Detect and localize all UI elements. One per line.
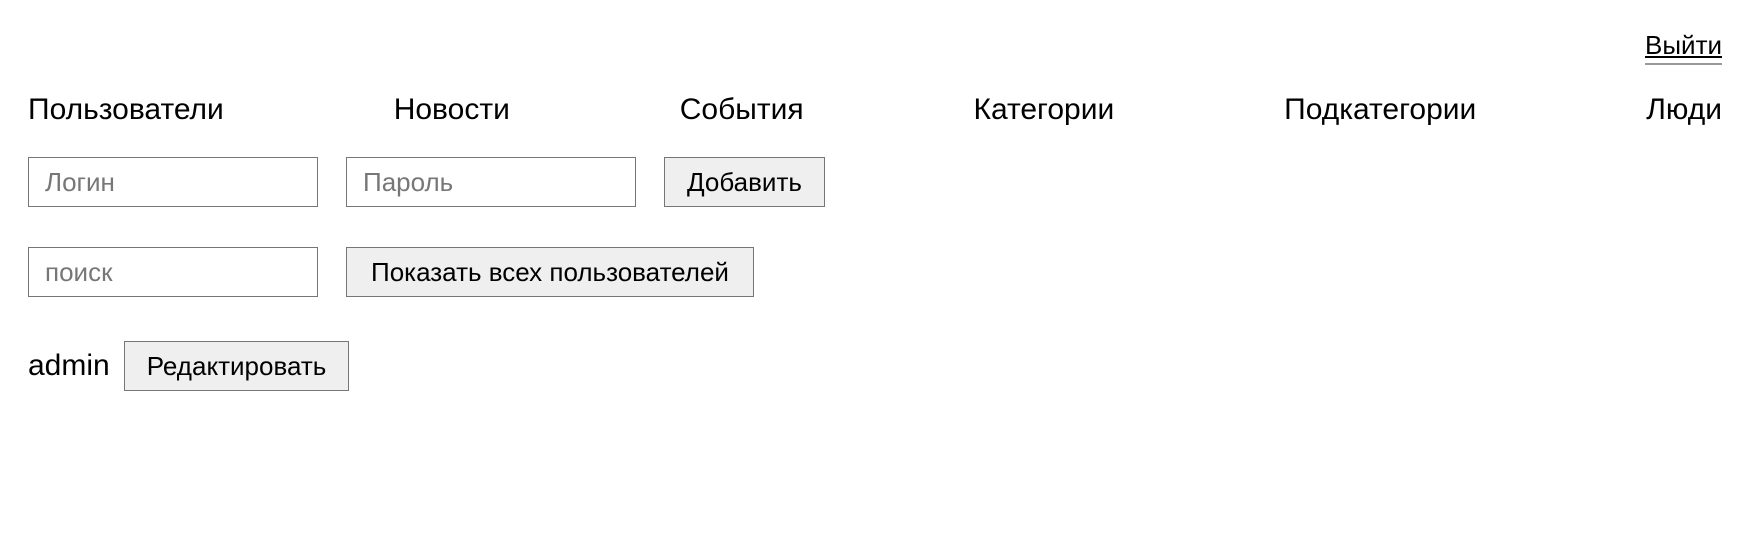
nav-item-users[interactable]: Пользователи <box>28 93 224 127</box>
username-label: admin <box>28 349 110 383</box>
edit-user-button[interactable]: Редактировать <box>124 341 350 391</box>
search-input[interactable] <box>28 247 318 297</box>
nav-item-categories[interactable]: Категории <box>973 93 1114 127</box>
nav-item-events[interactable]: События <box>680 93 804 127</box>
nav-item-news[interactable]: Новости <box>394 93 510 127</box>
nav-tabs: Пользователи Новости События Категории П… <box>0 65 1750 149</box>
show-all-users-button[interactable]: Показать всех пользователей <box>346 247 754 297</box>
logout-link[interactable]: Выйти <box>1645 30 1722 65</box>
user-row: admin Редактировать <box>0 297 1750 391</box>
nav-item-subcategories[interactable]: Подкатегории <box>1284 93 1476 127</box>
nav-item-people[interactable]: Люди <box>1646 93 1722 127</box>
password-input[interactable] <box>346 157 636 207</box>
login-input[interactable] <box>28 157 318 207</box>
add-button[interactable]: Добавить <box>664 157 825 207</box>
